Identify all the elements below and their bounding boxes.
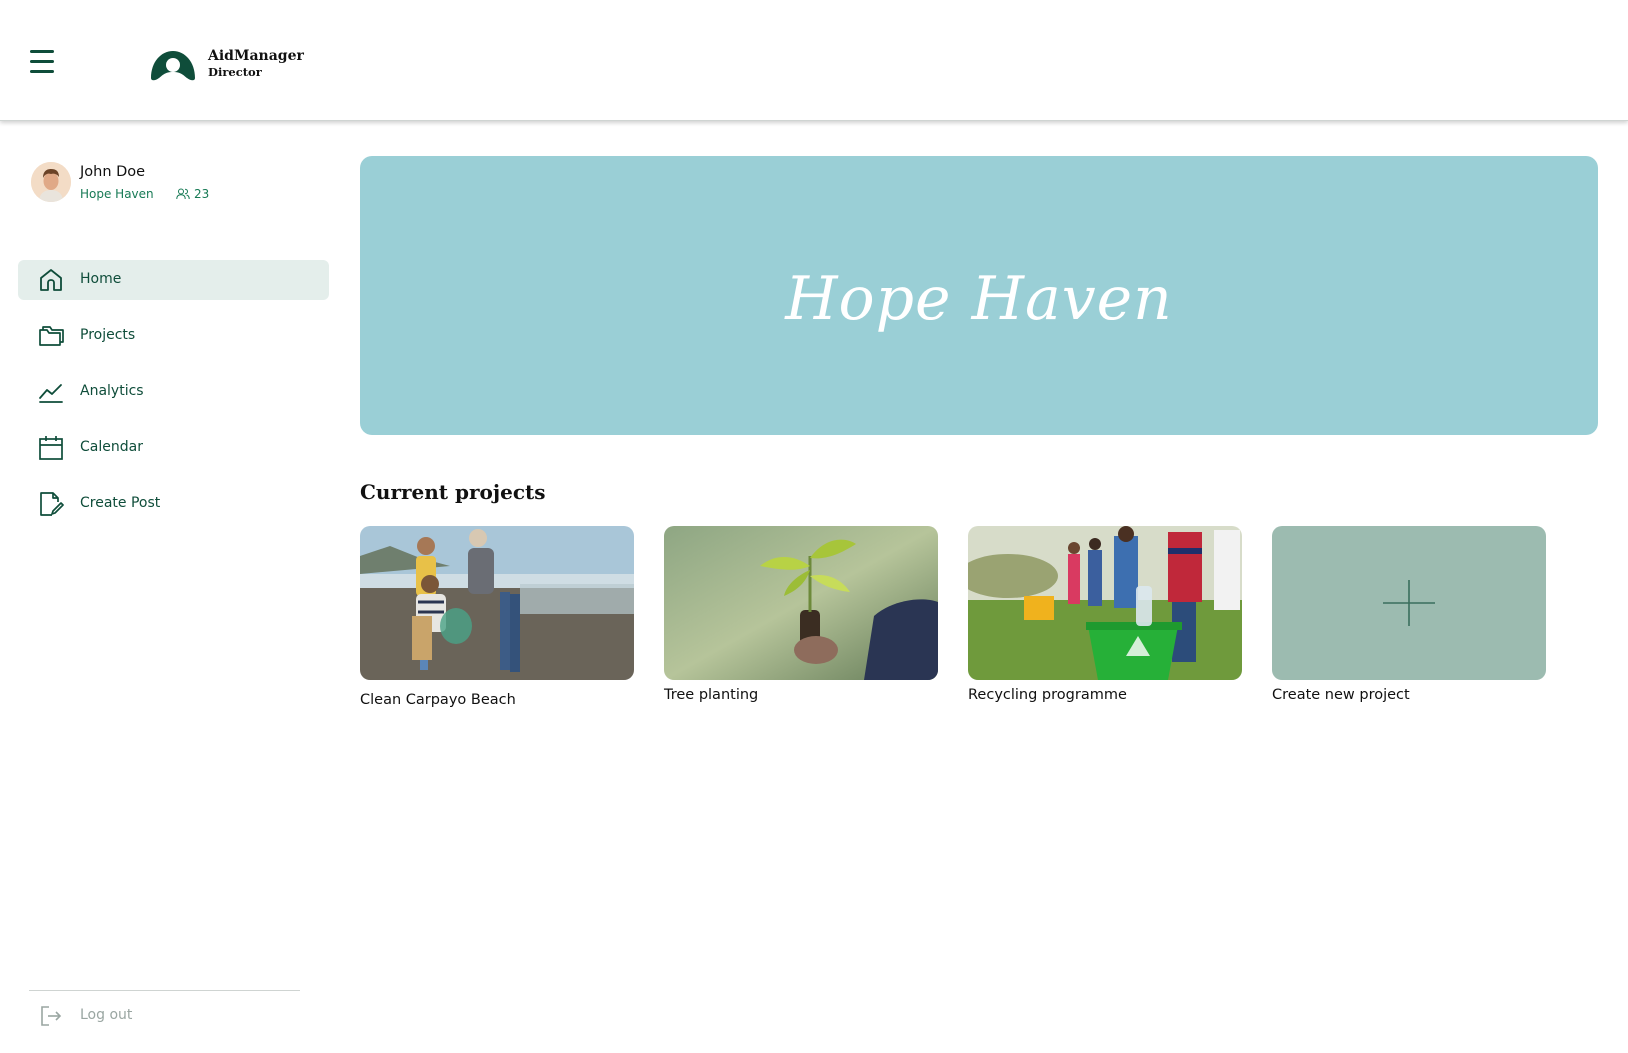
project-card-label: Clean Carpayo Beach (360, 692, 516, 708)
hero-title: Hope Haven (785, 263, 1173, 334)
beach-cleanup-photo (360, 526, 634, 680)
hero-banner: Hope Haven (360, 156, 1598, 435)
sidebar-item-create-post[interactable]: Create Post (18, 484, 329, 524)
folder-icon (39, 326, 64, 346)
sidebar-item-label: Home (80, 271, 122, 287)
seedling-photo (664, 526, 938, 680)
create-project-button[interactable] (1272, 526, 1546, 680)
users-icon (176, 188, 190, 200)
home-icon (40, 269, 62, 291)
project-card-label: Tree planting (664, 687, 759, 703)
logout-button[interactable]: Log out (29, 1002, 229, 1030)
plus-icon (1383, 580, 1435, 626)
line-chart-icon (39, 384, 63, 403)
avatar (31, 162, 71, 202)
create-project-card[interactable]: Create new project (1272, 526, 1546, 703)
sidebar-item-label: Create Post (80, 495, 161, 511)
sidebar-divider (29, 990, 300, 991)
user-name: John Doe (80, 164, 146, 180)
sidebar-nav: Home Projects Analytics Calendar Create … (18, 260, 329, 540)
project-card-label: Recycling programme (968, 687, 1127, 703)
app-role: Director (208, 65, 262, 79)
project-card-recycling[interactable]: Recycling programme (968, 526, 1242, 703)
calendar-icon (39, 436, 63, 460)
kids-recycling-photo (968, 526, 1242, 680)
project-card-tree[interactable]: Tree planting (664, 526, 938, 703)
app-name: AidManager (208, 48, 304, 64)
members-count-value: 23 (194, 187, 210, 201)
logout-icon (41, 1006, 62, 1026)
project-card-label: Create new project (1272, 687, 1410, 703)
sidebar-item-calendar[interactable]: Calendar (18, 428, 329, 468)
user-profile[interactable]: John Doe Hope Haven 23 (31, 162, 331, 206)
aidmanager-logo[interactable] (149, 48, 197, 82)
top-bar: AidManager Director (0, 0, 1628, 121)
section-title: Current projects (360, 480, 546, 504)
sidebar-item-home[interactable]: Home (18, 260, 329, 300)
members-count: 23 (176, 187, 209, 201)
brand: AidManager Director (208, 48, 304, 80)
hamburger-menu-icon[interactable] (30, 50, 56, 76)
sidebar-item-label: Projects (80, 327, 136, 343)
organization-name: Hope Haven (80, 187, 154, 201)
sidebar-item-projects[interactable]: Projects (18, 316, 329, 356)
sidebar-item-label: Analytics (80, 383, 144, 399)
sidebar-item-analytics[interactable]: Analytics (18, 372, 329, 412)
edit-document-icon (40, 492, 64, 516)
sidebar-item-label: Calendar (80, 439, 143, 455)
logout-label: Log out (80, 1007, 133, 1023)
project-card-beach[interactable]: Clean Carpayo Beach (360, 526, 634, 708)
